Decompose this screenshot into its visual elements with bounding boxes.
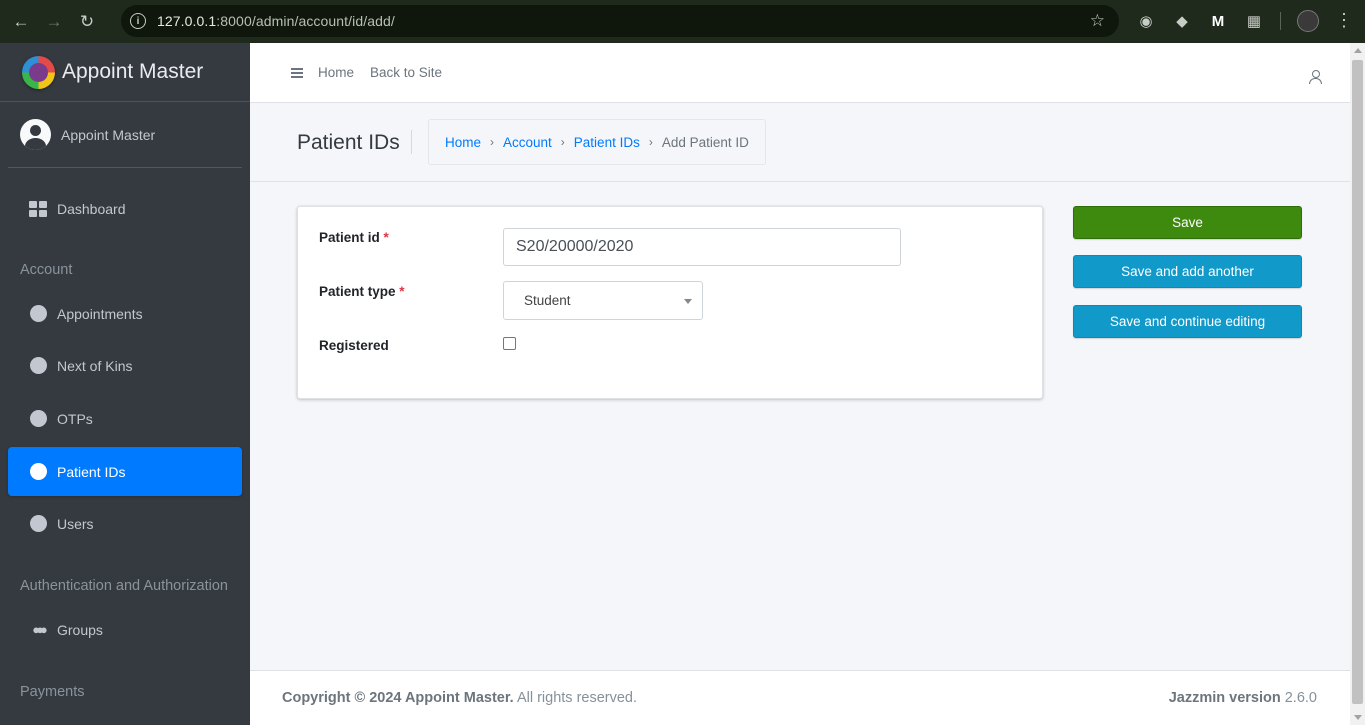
sidebar-header-account: Account [20,262,73,278]
title-divider [411,130,412,154]
browser-toolbar: ← → ↻ i 127.0.0.1:8000/admin/account/id/… [0,0,1365,43]
patient-type-label: Patient type * [319,284,405,299]
sidebar-item-patient-ids[interactable]: Patient IDs [8,447,242,496]
patient-id-form-card: Patient id * Patient type * Student Regi… [297,206,1043,399]
sidebar-item-label: Groups [57,621,103,638]
breadcrumb-account[interactable]: Account [503,135,552,150]
brand[interactable]: Appoint Master [0,43,250,102]
circle-icon [29,305,47,323]
footer-copyright: Copyright © 2024 Appoint Master. All rig… [282,690,638,706]
breadcrumb-home[interactable]: Home [445,135,481,150]
scroll-down-icon[interactable] [1354,715,1362,720]
sidebar-item-label: Next of Kins [57,357,133,374]
profile-avatar[interactable] [1297,10,1319,32]
extension-colorful-icon[interactable]: ◆ [1172,11,1192,31]
sidebar-item-label: Patient IDs [57,463,126,480]
browser-menu-icon[interactable]: ⋮ [1335,10,1353,31]
back-arrow-icon[interactable]: ← [9,10,33,34]
patient-id-input[interactable] [503,228,901,266]
patient-type-select[interactable]: Student [503,281,703,320]
user-menu-icon[interactable] [1309,70,1322,84]
sidebar-item-appointments[interactable]: Appointments [8,289,242,338]
page-scrollbar[interactable] [1350,43,1365,725]
save-and-continue-editing-button[interactable]: Save and continue editing [1073,305,1302,338]
brand-name: Appoint Master [62,60,204,83]
breadcrumb-separator: › [560,135,565,149]
user-panel[interactable]: Appoint Master [8,102,242,168]
dashboard-icon [29,200,47,218]
patient-id-label: Patient id * [319,230,389,245]
sidebar-item-label: Dashboard [57,200,126,217]
url-text[interactable]: 127.0.0.1:8000/admin/account/id/add/ [157,13,395,29]
sidebar-item-next-of-kins[interactable]: Next of Kins [8,341,242,390]
registered-label: Registered [319,338,389,353]
circle-icon [29,463,47,481]
footer-version: Jazzmin version 2.6.0 [1168,690,1317,706]
sidebar-item-groups[interactable]: ●●● Groups [8,605,242,654]
malwarebytes-icon[interactable]: M [1208,11,1228,31]
reload-icon[interactable]: ↻ [75,10,99,34]
top-navbar: Home Back to Site [250,43,1350,103]
nav-home-link[interactable]: Home [318,65,354,80]
circle-icon [29,357,47,375]
sidebar-header-payments: Payments [20,684,85,700]
breadcrumb-current: Add Patient ID [661,134,749,150]
sidebar-item-label: Appointments [57,305,143,322]
brand-logo [22,55,55,89]
bookmark-star-icon[interactable]: ☆ [1090,11,1105,31]
breadcrumb-separator: › [648,135,653,149]
page-title: Patient IDs [297,131,400,154]
registered-checkbox[interactable] [503,337,516,350]
sidebar-item-dashboard[interactable]: Dashboard [8,184,242,233]
nav-back-to-site-link[interactable]: Back to Site [370,65,442,80]
breadcrumb: Home › Account › Patient IDs › Add Patie… [428,119,766,165]
sidebar-header-auth: Authentication and Authorization [20,578,228,594]
circle-icon [29,515,47,533]
scroll-up-icon[interactable] [1354,48,1362,53]
toolbar-divider [1280,12,1281,30]
user-avatar-icon [20,119,51,150]
extensions-puzzle-icon[interactable]: ▦ [1244,11,1264,31]
address-bar[interactable]: i 127.0.0.1:8000/admin/account/id/add/ ☆ [121,5,1119,37]
site-info-icon[interactable]: i [130,13,146,29]
save-and-add-another-button[interactable]: Save and add another [1073,255,1302,288]
breadcrumb-patient-ids[interactable]: Patient IDs [574,135,640,150]
user-name: Appoint Master [61,126,156,143]
save-button[interactable]: Save [1073,206,1302,239]
dropdown-arrow-icon [684,299,692,304]
breadcrumb-separator: › [490,135,495,149]
sidebar: Appoint Master Appoint Master Dashboard … [0,43,250,725]
users-group-icon: ●●● [32,622,47,637]
content-header: Patient IDs Home › Account › Patient IDs… [250,103,1350,182]
extension-icon[interactable]: ◉ [1136,11,1156,31]
circle-icon [29,410,47,428]
forward-arrow-icon[interactable]: → [42,10,66,34]
sidebar-item-label: OTPs [57,410,93,427]
sidebar-item-users[interactable]: Users [8,499,242,548]
menu-toggle-icon[interactable] [291,67,303,78]
footer: Copyright © 2024 Appoint Master. All rig… [250,670,1350,725]
scrollbar-thumb[interactable] [1352,60,1363,704]
sidebar-item-label: Users [57,515,94,532]
patient-type-selected-value: Student [524,293,571,308]
sidebar-item-otps[interactable]: OTPs [8,394,242,443]
